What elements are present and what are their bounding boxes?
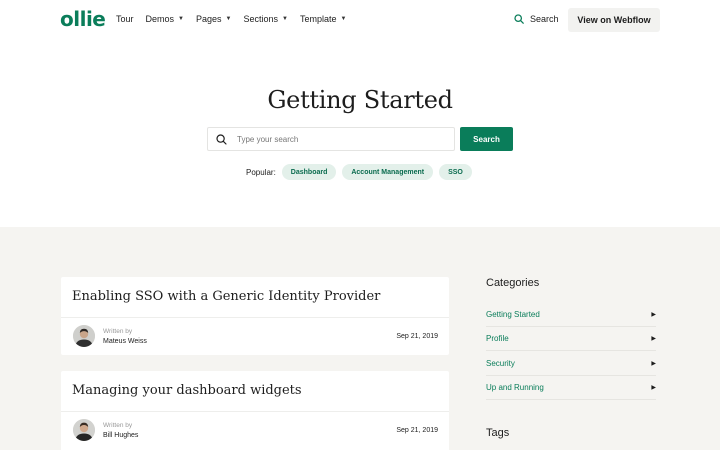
nav-search-button[interactable]: Search [514,14,559,24]
nav-link-label: Pages [195,14,222,24]
avatar-person-icon [73,325,95,347]
nav-link-template[interactable]: Template ▼ [300,14,346,24]
caret-down-icon: ▼ [225,16,232,22]
caret-down-icon: ▼ [178,16,184,22]
nav-link-pages[interactable]: Pages ▼ [196,14,231,24]
article-card[interactable]: Enabling SSO with a Generic Identity Pro… [61,277,449,355]
category-label: Security [486,359,515,368]
avatar [73,325,95,347]
search-icon [514,14,524,24]
category-up-and-running[interactable]: Up and Running ▶ [486,376,656,400]
nav-link-label: Tour [116,14,134,24]
tags-title: Tags [486,427,510,439]
divider [61,411,449,412]
article-date: Sep 21, 2019 [396,333,438,340]
divider [61,317,449,318]
top-nav: ollie Tour Demos ▼ Pages ▼ Sections ▼ Templ… [0,0,720,40]
article-title[interactable]: Enabling SSO with a Generic Identity Pro… [72,289,380,304]
caret-down-icon: ▼ [340,16,347,22]
nav-link-label: Template [299,14,337,24]
popular-tags: Popular: Dashboard Account Management SS… [246,164,478,180]
category-label: Profile [486,334,509,343]
view-on-webflow-button[interactable]: View on Webflow [568,8,660,32]
article-date: Sep 21, 2019 [396,427,438,434]
author-name: Mateus Weiss [103,338,147,345]
caret-down-icon: ▼ [282,16,288,22]
written-by-label: Written by [103,328,133,335]
caret-right-icon: ▶ [651,336,656,342]
avatar [73,419,95,441]
popular-tag-account-management[interactable]: Account Management [342,164,434,180]
avatar-person-icon [73,419,95,441]
category-getting-started[interactable]: Getting Started ▶ [486,303,656,327]
search-icon [216,133,227,145]
author-name: Bill Hughes [103,432,139,439]
search-button[interactable]: Search [460,127,513,151]
nav-link-sections[interactable]: Sections ▼ [243,14,287,24]
categories-title: Categories [486,277,540,289]
search-input[interactable] [237,134,437,144]
caret-right-icon: ▶ [651,312,656,318]
caret-right-icon: ▶ [651,385,656,391]
category-label: Up and Running [486,383,544,392]
nav-link-label: Demos [145,14,175,24]
nav-link-demos[interactable]: Demos ▼ [146,14,184,24]
nav-search-label: Search [530,14,559,24]
category-label: Getting Started [486,310,540,319]
nav-link-label: Sections [243,14,278,24]
logo[interactable]: ollie [60,7,106,31]
category-security[interactable]: Security ▶ [486,352,656,376]
written-by-label: Written by [103,422,133,429]
article-title[interactable]: Managing your dashboard widgets [72,383,302,398]
nav-links: Tour Demos ▼ Pages ▼ Sections ▼ Template ▼ [116,14,358,24]
popular-tag-sso[interactable]: SSO [439,164,472,180]
content-section: Enabling SSO with a Generic Identity Pro… [0,227,720,450]
popular-label: Popular: [246,167,276,177]
category-profile[interactable]: Profile ▶ [486,327,656,351]
nav-link-tour[interactable]: Tour [116,14,134,24]
page-title: Getting Started [267,86,453,114]
article-card[interactable]: Managing your dashboard widgets Written … [61,371,449,450]
search-box [207,127,455,151]
popular-tag-dashboard[interactable]: Dashboard [281,164,337,180]
caret-right-icon: ▶ [651,361,656,367]
